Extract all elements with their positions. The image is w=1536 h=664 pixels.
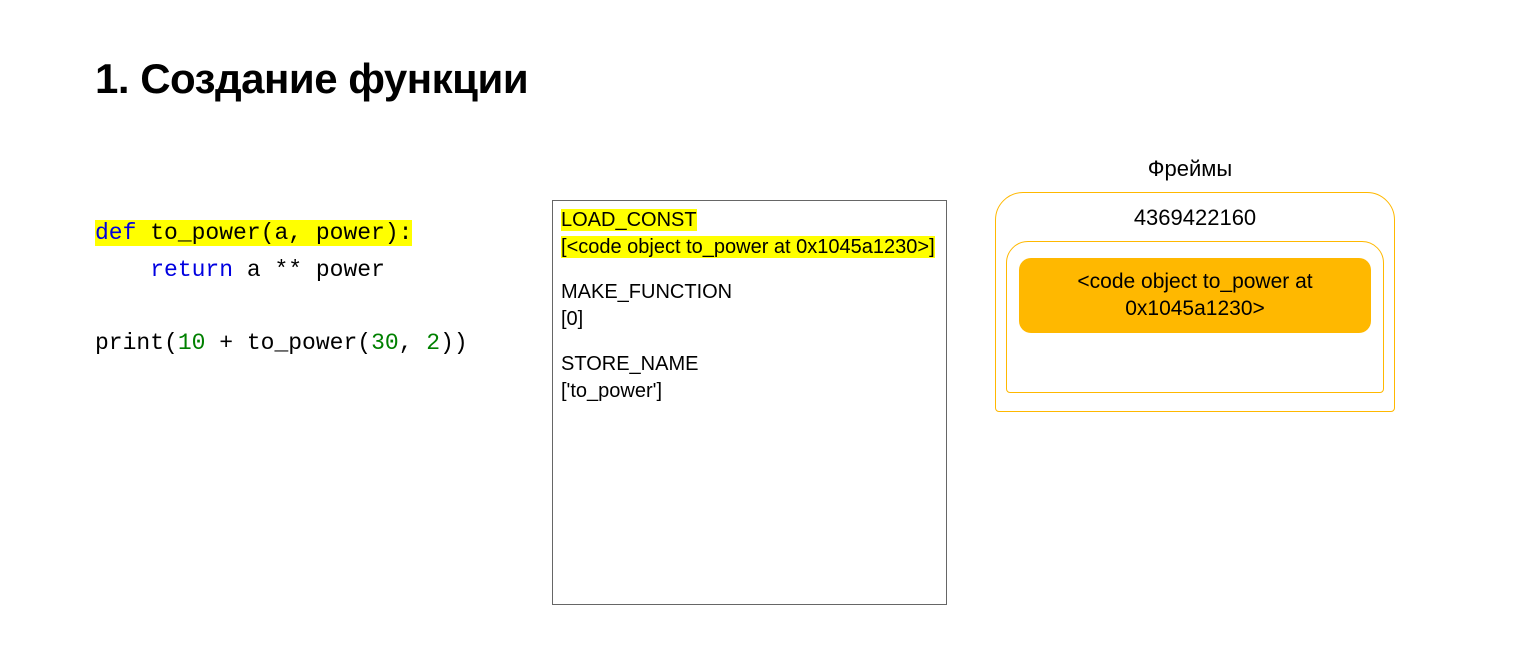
keyword-def: def [95,220,136,246]
opcode-load-const: LOAD_CONST [561,209,697,231]
function-declaration: to_power(a, power) [136,220,398,246]
comma: , [399,330,427,356]
literal-30: 30 [371,330,399,356]
frames-label: Фреймы [1130,156,1250,182]
literal-10: 10 [178,330,206,356]
literal-2: 2 [426,330,440,356]
frame-id: 4369422160 [1006,205,1384,231]
plus-and-call: + to_power( [205,330,371,356]
opcode-store-name: STORE_NAME [561,351,938,378]
arg-bracket-close: ] [929,236,935,258]
frame-outer: 4369422160 <code object to_power at 0x10… [995,192,1395,412]
bytecode-panel: LOAD_CONST [<code object to_power at 0x1… [552,200,947,605]
keyword-return: return [150,257,233,283]
opcode-make-function: MAKE_FUNCTION [561,279,938,306]
print-call-prefix: print( [95,330,178,356]
stack-item-code-object: <code object to_power at 0x1045a1230> [1019,258,1371,333]
source-code: def to_power(a, power): return a ** powe… [95,215,468,362]
frame-inner-stack: <code object to_power at 0x1045a1230> [1006,241,1384,393]
slide-title: 1. Создание функции [95,55,528,103]
colon: : [399,220,413,246]
code-object-literal: <code object to_power at 0x1045a1230> [567,236,930,258]
arg-store-name: ['to_power'] [561,378,938,405]
print-call-suffix: )) [440,330,468,356]
return-expression: a ** power [233,257,385,283]
arg-make-function: [0] [561,306,938,333]
